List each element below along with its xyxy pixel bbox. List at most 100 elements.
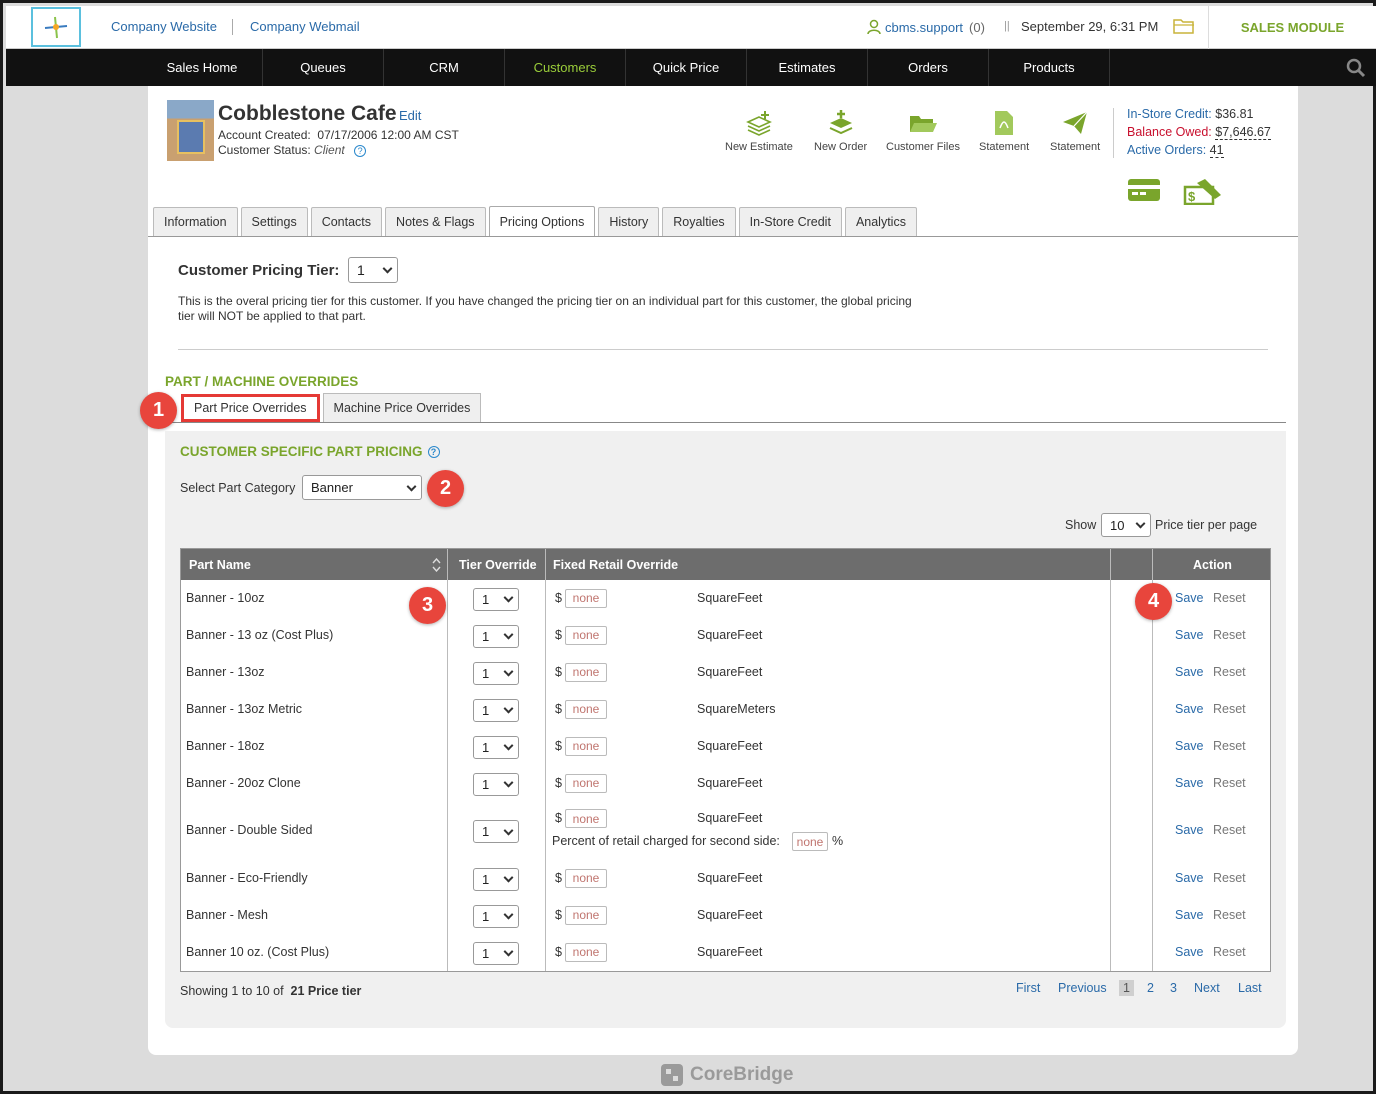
reset-link[interactable]: Reset [1213,871,1246,885]
reset-link[interactable]: Reset [1213,908,1246,922]
statement-pdf-button[interactable]: Statement [979,110,1029,153]
tier-override-select[interactable]: 1 [473,698,519,722]
reset-link[interactable]: Reset [1213,776,1246,790]
fixed-retail-input[interactable]: none [565,773,607,793]
company-logo[interactable] [31,7,81,47]
tab-history[interactable]: History [598,207,660,236]
help-icon[interactable]: ? [427,445,440,458]
fixed-retail-input[interactable]: none [565,905,607,925]
help-icon[interactable]: ? [354,144,367,157]
unit-label: SquareFeet [697,627,763,642]
nav-products[interactable]: Products [989,49,1110,86]
credit-card-icon[interactable] [1127,177,1161,203]
reset-link[interactable]: Reset [1213,823,1246,837]
tab-instore-credit[interactable]: In-Store Credit [738,207,842,236]
tab-information[interactable]: Information [153,207,238,236]
fixed-retail-input[interactable]: none [565,662,607,682]
customer-files-button[interactable]: Customer Files [886,110,960,153]
save-link[interactable]: Save [1175,739,1204,753]
fixed-retail-input[interactable]: none [565,625,607,645]
save-link[interactable]: Save [1175,823,1204,837]
save-link[interactable]: Save [1175,908,1204,922]
nav-quick-price[interactable]: Quick Price [626,49,747,86]
tab-analytics[interactable]: Analytics [844,207,917,236]
tab-contacts[interactable]: Contacts [310,207,383,236]
nav-estimates[interactable]: Estimates [747,49,868,86]
pager-next[interactable]: Next [1194,981,1220,995]
save-link[interactable]: Save [1175,591,1204,605]
company-webmail-link[interactable]: Company Webmail [250,19,360,34]
payment-icon[interactable]: $ [1183,177,1223,205]
divider [178,349,1268,350]
tab-pricing-options[interactable]: Pricing Options [488,206,596,237]
active-orders[interactable]: Active Orders: 41 [1127,143,1224,158]
tier-override-select[interactable]: 1 [473,904,519,928]
pager-page-2[interactable]: 2 [1147,981,1154,995]
tab-part-price-overrides[interactable]: Part Price Overrides [181,394,320,422]
pager-last[interactable]: Last [1238,981,1262,995]
nav-customers[interactable]: Customers [505,49,626,86]
fixed-retail-input[interactable]: none [565,736,607,756]
tier-override-select[interactable]: 1 [473,624,519,648]
reset-link[interactable]: Reset [1213,591,1246,605]
fixed-retail-input[interactable]: none [565,699,607,719]
tab-settings[interactable]: Settings [240,207,308,236]
new-order-button[interactable]: New Order [814,110,867,153]
tab-notes-flags[interactable]: Notes & Flags [385,207,486,236]
tab-royalties[interactable]: Royalties [662,207,736,236]
fixed-retail-input[interactable]: none [565,809,607,828]
currency-symbol: $ [555,627,562,642]
reset-link[interactable]: Reset [1213,702,1246,716]
pager-page-1[interactable]: 1 [1119,980,1134,996]
fixed-retail-input[interactable]: none [565,588,607,608]
tier-override-select[interactable]: 1 [473,587,519,611]
nav-orders[interactable]: Orders [868,49,989,86]
col-part-name[interactable]: Part Name [189,549,251,580]
table-row: Banner - 10oz 1 $ none SquareFeet Save Reset [181,580,1270,617]
new-estimate-button[interactable]: New Estimate [725,110,793,153]
tier-override-select[interactable]: 1 [473,867,519,891]
user-menu[interactable]: cbms.support (0) [866,19,985,35]
fixed-retail-input[interactable]: none [565,868,607,888]
tier-override-select[interactable]: 1 [473,820,519,843]
save-link[interactable]: Save [1175,776,1204,790]
save-link[interactable]: Save [1175,871,1204,885]
save-link[interactable]: Save [1175,945,1204,959]
nav-sales-home[interactable]: Sales Home [142,49,263,86]
pager-previous[interactable]: Previous [1058,981,1107,995]
tier-override-select[interactable]: 1 [473,941,519,965]
search-icon[interactable] [1346,58,1366,78]
company-website-link[interactable]: Company Website [111,19,217,34]
reset-link[interactable]: Reset [1213,665,1246,679]
unit-label: SquareFeet [697,870,763,885]
reset-link[interactable]: Reset [1213,945,1246,959]
folder-icon[interactable] [1173,17,1195,35]
svg-text:$: $ [1188,189,1196,204]
tier-override-select[interactable]: 1 [473,661,519,685]
unit-label: SquareFeet [697,944,763,959]
nav-queues[interactable]: Queues [263,49,384,86]
save-link[interactable]: Save [1175,665,1204,679]
statement-send-button[interactable]: Statement [1050,110,1100,153]
save-link[interactable]: Save [1175,628,1204,642]
fixed-retail-input[interactable]: none [565,942,607,962]
save-link[interactable]: Save [1175,702,1204,716]
username: cbms.support [885,19,964,35]
nav-crm[interactable]: CRM [384,49,505,86]
sort-icon[interactable] [432,558,441,572]
new-order-icon [829,110,853,135]
second-side-input[interactable]: none [792,832,828,851]
sales-module-label[interactable]: SALES MODULE [1208,6,1376,49]
reset-link[interactable]: Reset [1213,739,1246,753]
edit-customer-link[interactable]: Edit [399,108,421,123]
part-category-select[interactable]: Banner [302,475,422,500]
tier-override-select[interactable]: 1 [473,735,519,759]
tab-machine-price-overrides[interactable]: Machine Price Overrides [322,393,482,423]
reset-link[interactable]: Reset [1213,628,1246,642]
pager-first[interactable]: First [1016,981,1040,995]
pricing-tier-select[interactable]: 1 [348,257,398,283]
tier-override-select[interactable]: 1 [473,772,519,796]
balance-owed[interactable]: Balance Owed: $7,646.67 [1127,125,1271,140]
page-size-select[interactable]: 10 [1101,513,1151,537]
pager-page-3[interactable]: 3 [1170,981,1177,995]
